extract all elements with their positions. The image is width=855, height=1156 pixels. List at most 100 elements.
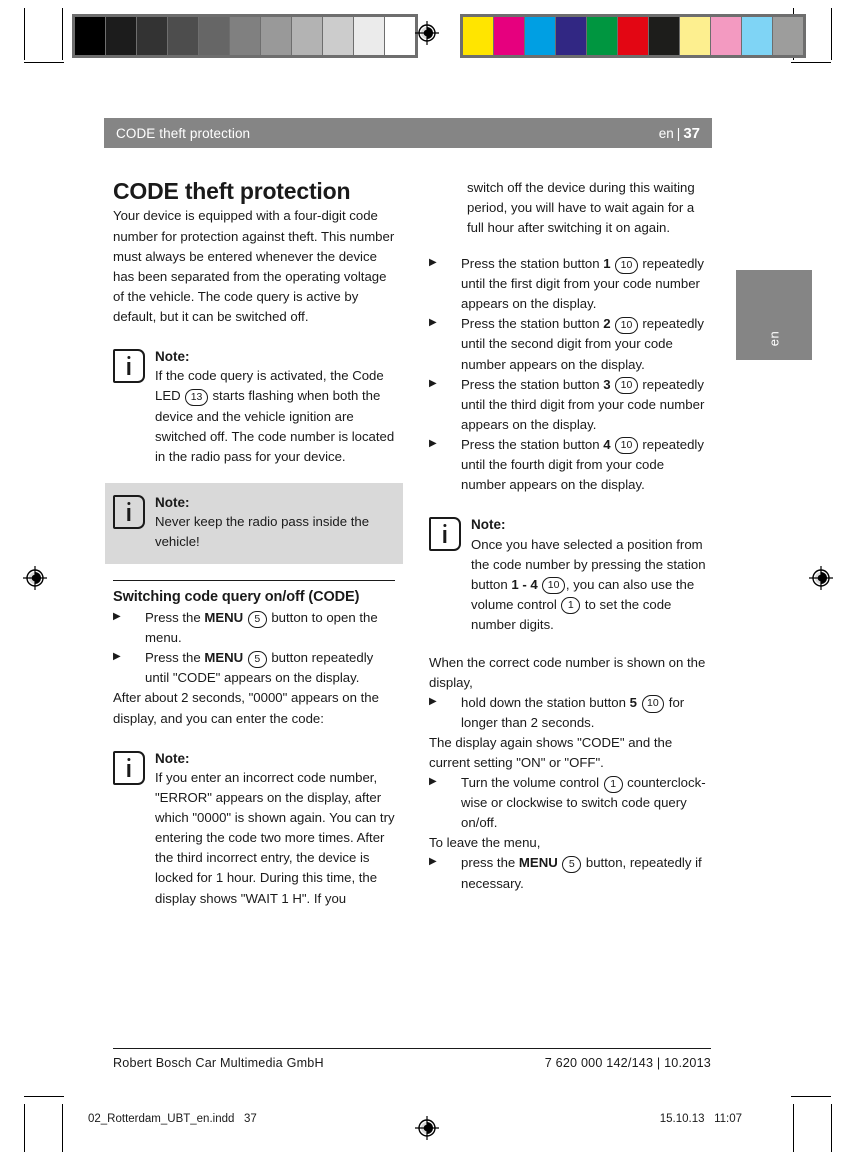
crop-mark-right-outer <box>831 8 832 60</box>
color-swatch-9 <box>741 17 772 55</box>
color-swatch-5 <box>617 17 648 55</box>
step-text-pre: Turn the volume control <box>461 775 603 791</box>
grayscale-swatch-9 <box>353 17 384 55</box>
note-body: Note: Once you have selected a position … <box>471 515 711 635</box>
note-body: Note: If the code query is activated, th… <box>155 347 395 467</box>
step-text: Press the station button 2 10 repeatedly… <box>461 314 711 374</box>
triangle-bullet-icon: ▶ <box>429 695 437 707</box>
page-number: 37 <box>683 124 700 142</box>
color-swatch-4 <box>586 17 617 55</box>
note-body: Note: If you enter an incorrect code num… <box>155 749 395 909</box>
triangle-bullet-icon: ▶ <box>429 317 437 329</box>
step-button-label: MENU <box>204 650 244 666</box>
note-body: Note: Never keep the radio pass inside t… <box>155 493 395 553</box>
reference-number-10: 10 <box>615 316 638 334</box>
step-text-pre: Press the station button <box>461 256 604 272</box>
triangle-bullet-icon: ▶ <box>113 651 121 663</box>
note-text: If the code query is activated, the Code… <box>155 366 395 466</box>
color-swatch-2 <box>524 17 555 55</box>
color-swatch-1 <box>493 17 524 55</box>
step-text: Press the station button 4 10 repeatedly… <box>461 435 711 495</box>
step-button-label: MENU <box>204 610 244 626</box>
intro-paragraph: Your device is equipped with a four-digi… <box>113 208 395 324</box>
step-text-pre: Press the station button <box>461 316 604 332</box>
reference-number-5: 5 <box>247 610 267 628</box>
slug-crop-right-inner <box>793 1104 794 1152</box>
color-swatch-10 <box>772 17 803 55</box>
note-text: If you enter an incorrect code number, "… <box>155 770 395 906</box>
info-icon <box>113 348 145 383</box>
print-calibration-bar <box>0 0 855 66</box>
color-swatch-7 <box>679 17 710 55</box>
triangle-bullet-icon: ▶ <box>113 611 121 623</box>
crop-mark-left-outer <box>24 8 25 60</box>
left-column: CODE theft protection Your device is equ… <box>105 178 403 911</box>
page-header-band: CODE theft protection en | 37 <box>104 118 712 148</box>
reference-number-1: 1 <box>603 775 623 793</box>
page-number-group: en | 37 <box>659 125 700 142</box>
reference-number-10: 10 <box>615 437 638 455</box>
registration-mark-icon-right <box>808 565 834 591</box>
registration-mark-icon-slug <box>414 1115 440 1141</box>
info-icon <box>429 516 461 551</box>
color-swatch-0 <box>463 17 493 55</box>
step-text-pre: Press the station button <box>461 436 604 452</box>
section-heading-switching-code-query: Switching code query on/off (CODE) <box>113 589 360 606</box>
note-box-incorrect-code: Note: If you enter an incorrect code num… <box>113 743 395 911</box>
page-content: CODE theft protection Your device is equ… <box>105 178 711 911</box>
triangle-bullet-icon: ▶ <box>429 856 437 868</box>
color-swatch-6 <box>648 17 679 55</box>
step-text-pre: Press the <box>145 610 205 626</box>
step-press-menu-open: ▶ Press the MENU 5 button to open the me… <box>113 608 395 648</box>
registration-mark-icon <box>414 20 440 46</box>
step-text: Turn the volume control 1 counterclock-w… <box>461 773 711 833</box>
reference-number-1: 1 <box>561 597 581 615</box>
step-press-station-button-2: ▶ Press the station button 2 10 repeatedl… <box>429 314 711 374</box>
grayscale-swatch-4 <box>198 17 229 55</box>
slug-timestamp: 15.10.13 11:07 <box>659 1113 742 1125</box>
step-press-station-button-3: ▶ Press the station button 3 10 repeatedl… <box>429 375 711 435</box>
step-text-pre: press the <box>461 855 519 871</box>
color-swatch-strip <box>460 14 806 58</box>
footer-document-id: 7 620 000 142/143 | 10.2013 <box>544 1056 711 1070</box>
note-continuation-text: switch off the device during this waitin… <box>467 180 695 236</box>
reference-number-13: 13 <box>185 388 208 407</box>
right-column: switch off the device during this waitin… <box>429 178 711 911</box>
reference-number-5: 5 <box>562 855 582 874</box>
language-tab: en <box>736 270 812 360</box>
page-footer: Robert Bosch Car Multimedia GmbH 7 620 0… <box>113 1048 711 1070</box>
reference-number-10: 10 <box>542 576 565 595</box>
triangle-bullet-icon: ▶ <box>429 437 437 449</box>
step-text: press the MENU 5 button, repeatedly if n… <box>461 853 711 893</box>
crop-mark-tr-h <box>791 62 831 63</box>
note-text: Once you have selected a position from t… <box>471 535 711 635</box>
language-tab-label: en <box>766 330 782 347</box>
step-turn-volume-control: ▶ Turn the volume control 1 counterclock… <box>429 773 711 833</box>
step-button-label: 5 <box>629 694 637 710</box>
section-divider <box>113 580 395 582</box>
grayscale-swatch-2 <box>136 17 167 55</box>
step-press-menu-leave: ▶ press the MENU 5 button, repeatedly if… <box>429 853 711 893</box>
note-title: Note: <box>155 494 190 510</box>
step-button-label: 1 <box>603 256 611 272</box>
grayscale-swatch-7 <box>291 17 322 55</box>
note-title: Note: <box>471 516 506 532</box>
crop-mark-br-h <box>791 1096 831 1097</box>
note-box-code-led: Note: If the code query is activated, th… <box>113 341 395 469</box>
crop-mark-bl-h <box>24 1096 64 1097</box>
step-press-menu-repeat: ▶ Press the MENU 5 button repeatedly unt… <box>113 648 395 688</box>
step-text: hold down the station button 5 10 for lo… <box>461 693 711 733</box>
paragraph-display-shows-code: The display again shows "CODE" and the c… <box>429 735 673 771</box>
paragraph-after-2-seconds: After about 2 seconds, "0000" appears on… <box>113 690 379 726</box>
step-press-station-button-1: ▶ Press the station button 1 10 repeatedl… <box>429 254 711 314</box>
step-button-label: MENU <box>518 855 558 871</box>
step-text-pre: Press the <box>145 650 205 666</box>
step-text-pre: hold down the station button <box>461 694 630 710</box>
step-press-station-button-4: ▶ Press the station button 4 10 repeatedl… <box>429 435 711 495</box>
grayscale-swatch-strip <box>72 14 418 58</box>
slug-filename: 02_Rotterdam_UBT_en.indd 37 <box>88 1113 257 1125</box>
grayscale-swatch-3 <box>167 17 198 55</box>
reference-number-10: 10 <box>641 695 665 713</box>
step-text: Press the MENU 5 button repeatedly until… <box>145 648 395 688</box>
header-separator: | <box>676 125 681 141</box>
